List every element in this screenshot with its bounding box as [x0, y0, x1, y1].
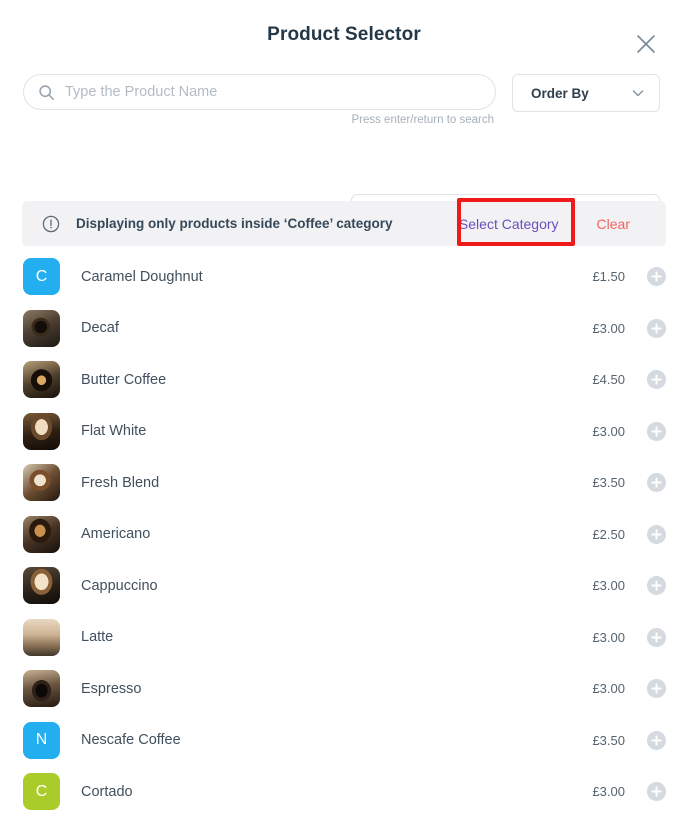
product-thumbnail — [23, 567, 60, 605]
product-thumbnail — [23, 361, 60, 399]
close-icon[interactable] — [632, 30, 660, 58]
product-thumbnail — [23, 412, 60, 450]
product-name: Espresso — [81, 680, 142, 697]
product-price: £3.00 — [592, 681, 625, 697]
plus-circle-icon[interactable] — [647, 679, 666, 699]
clear-filter-link[interactable]: Clear — [575, 216, 650, 232]
order-by-label: Order By — [531, 85, 589, 101]
select-category-link[interactable]: Select Category — [443, 216, 575, 232]
product-name: Cappuccino — [81, 577, 158, 594]
plus-circle-icon[interactable] — [647, 473, 666, 493]
plus-circle-icon[interactable] — [647, 524, 666, 544]
product-row[interactable]: Fresh Blend £3.50 — [0, 457, 688, 509]
product-thumbnail — [23, 309, 60, 347]
product-price: £3.00 — [592, 423, 625, 439]
product-thumbnail — [23, 618, 60, 656]
product-name: Nescafe Coffee — [81, 732, 181, 749]
product-price: £1.50 — [592, 269, 625, 285]
product-row[interactable]: N Nescafe Coffee £3.50 — [0, 715, 688, 767]
product-avatar: C — [23, 258, 60, 296]
banner-message: Displaying only products inside ‘Coffee’… — [76, 216, 393, 231]
controls-area: Press enter/return to search Order By Lo… — [0, 62, 688, 228]
category-filter-banner: Displaying only products inside ‘Coffee’… — [22, 201, 666, 246]
product-row[interactable]: Latte £3.00 — [0, 612, 688, 664]
exclamation-circle-icon — [42, 215, 60, 233]
search-input[interactable] — [65, 84, 481, 100]
search-icon — [38, 84, 55, 101]
product-price: £3.00 — [592, 784, 625, 800]
product-row[interactable]: C Cortado £3.00 — [0, 766, 688, 818]
plus-circle-icon[interactable] — [647, 267, 666, 287]
plus-circle-icon[interactable] — [647, 782, 666, 802]
order-by-dropdown[interactable]: Order By — [512, 74, 660, 112]
product-price: £3.50 — [592, 732, 625, 748]
search-box[interactable] — [23, 74, 496, 110]
product-thumbnail — [23, 670, 60, 708]
modal-header: Product Selector — [0, 0, 688, 62]
product-avatar: C — [23, 773, 60, 811]
product-price: £3.00 — [592, 320, 625, 336]
product-row[interactable]: Espresso £3.00 — [0, 663, 688, 715]
plus-circle-icon[interactable] — [647, 421, 666, 441]
page-title: Product Selector — [267, 24, 421, 45]
product-name: Caramel Doughnut — [81, 268, 203, 285]
product-thumbnail — [23, 515, 60, 553]
product-thumbnail — [23, 464, 60, 502]
product-row[interactable]: C Caramel Doughnut £1.50 — [0, 251, 688, 303]
product-row[interactable]: Butter Coffee £4.50 — [0, 354, 688, 406]
product-row[interactable]: Flat White £3.00 — [0, 406, 688, 458]
plus-circle-icon[interactable] — [647, 627, 666, 647]
product-row[interactable]: Decaf £3.00 — [0, 303, 688, 355]
search-field-wrapper — [23, 74, 496, 110]
plus-circle-icon[interactable] — [647, 576, 666, 596]
plus-circle-icon[interactable] — [647, 318, 666, 338]
product-price: £2.50 — [592, 526, 625, 542]
product-price: £4.50 — [592, 372, 625, 388]
product-name: Decaf — [81, 320, 119, 337]
product-price: £3.50 — [592, 475, 625, 491]
product-name: Latte — [81, 629, 114, 646]
product-avatar: N — [23, 721, 60, 759]
product-name: Flat White — [81, 423, 147, 440]
product-name: Butter Coffee — [81, 371, 167, 388]
product-name: Americano — [81, 526, 151, 543]
product-row[interactable]: Americano £2.50 — [0, 509, 688, 561]
plus-circle-icon[interactable] — [647, 730, 666, 750]
product-price: £3.00 — [592, 578, 625, 594]
product-price: £3.00 — [592, 629, 625, 645]
product-name: Cortado — [81, 783, 133, 800]
product-name: Fresh Blend — [81, 474, 160, 491]
chevron-down-icon — [631, 86, 645, 100]
product-row[interactable]: Cappuccino £3.00 — [0, 560, 688, 612]
search-hint-text: Press enter/return to search — [351, 114, 494, 126]
plus-circle-icon[interactable] — [647, 370, 666, 390]
product-list: C Caramel Doughnut £1.50 Decaf £3.00 Butter C… — [0, 251, 688, 818]
product-selector-modal: Product Selector Press enter/return to s… — [0, 0, 688, 825]
